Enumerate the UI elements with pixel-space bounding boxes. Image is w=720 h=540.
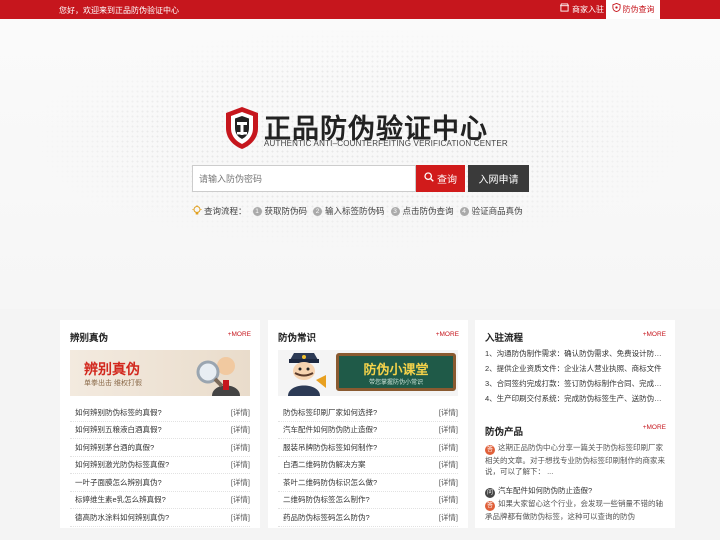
step-number: 3 (390, 206, 400, 216)
list-item[interactable]: 标婷维生素e乳怎么辨真假? [详情] (70, 492, 250, 509)
list-item[interactable]: 白酒二维码防伪解决方案 [详情] (278, 457, 458, 474)
join-step[interactable]: 1、沟通防伪制作需求：确认防伪需求、免费设计防伪方案 (485, 348, 665, 363)
list-item[interactable]: 如何辨别茅台酒的真假? [详情] (70, 439, 250, 457)
store-icon (560, 0, 569, 19)
list-item[interactable]: 药品防伪标签码怎么防伪? [详情] (278, 509, 458, 527)
process-label: 查询流程： (204, 206, 247, 216)
product-entry[interactable]: 问汽车配件如何防伪防止造假? (485, 485, 665, 498)
list-item[interactable]: 二维码防伪标签怎么制作? [详情] (278, 492, 458, 509)
brand-logo-icon (224, 106, 260, 150)
step-number: 4 (459, 206, 469, 216)
lightbulb-icon (192, 204, 202, 218)
knowledge-banner-title: 防伪小课堂 (363, 362, 429, 377)
knowledge-more-link[interactable]: +MORE (436, 331, 459, 338)
search-button[interactable]: 查询 (416, 165, 465, 192)
merchant-join-label: 商家入驻 (572, 5, 604, 14)
merchant-join-link[interactable]: 商家入驻 (560, 0, 604, 19)
join-steps-list: 1、沟通防伪制作需求：确认防伪需求、免费设计防伪方案 2、提供企业资质文件：企业… (485, 348, 665, 408)
product-title: 汽车配件如何防伪防止造假? (498, 486, 593, 495)
list-item[interactable]: 如何辨别五粮液白酒真假? [详情] (70, 422, 250, 439)
join-card-title: 入驻流程 (485, 333, 524, 344)
apply-join-button[interactable]: 入网申请 (468, 165, 529, 192)
identify-banner[interactable]: 辨别真伪 单拳出击 维权打假 (70, 350, 250, 396)
identify-list: 如何辨别防伪标签的真假? [详情] 如何辨别五粮液白酒真假? [详情] 如何辨别茅台… (70, 404, 250, 527)
product-entry[interactable]: 答这期正品防伪中心分享一篇关于防伪标签印刷厂家相关的文章。对于想找专业防伪标签印… (485, 442, 665, 476)
search-icon (424, 172, 434, 185)
identify-banner-title: 辨别真伪 (84, 361, 140, 377)
question-badge: 问 (485, 488, 495, 498)
join-more-link[interactable]: +MORE (643, 331, 666, 338)
identify-card: 辨别真伪 +MORE 辨别真伪 单拳出击 维权打假 如何辨别防伪标签的真假? [详… (60, 320, 260, 528)
verify-query-label: 防伪查询 (622, 5, 655, 14)
knowledge-card: 防伪常识 +MORE 防伪小课堂 带您掌握防伪小常识 防伪标签印刷厂家如何选择?… (268, 320, 468, 528)
join-step[interactable]: 2、提供企业资质文件：企业法人营业执照、商标文件 (485, 363, 665, 378)
products-more-link[interactable]: +MORE (643, 424, 666, 431)
query-process: 查询流程： 1 获取防伪码 2 输入标签防伪码 3 点击防伪查询 4 验证商品真… (192, 204, 523, 218)
chalkboard: 防伪小课堂 带您掌握防伪小常识 (336, 353, 456, 391)
world-map-background (0, 19, 720, 309)
answer-badge: 答 (485, 501, 495, 511)
step-text: 验证商品真伪 (471, 206, 523, 216)
products-title: 防伪产品 (485, 427, 524, 438)
knowledge-banner-subtitle: 带您掌握防伪小常识 (368, 380, 423, 386)
hero-section (0, 19, 720, 309)
police-mascot-icon (280, 350, 328, 396)
product-desc: 这期正品防伪中心分享一篇关于防伪标签印刷厂家相关的文章。对于想找专业防伪标签印刷… (485, 443, 665, 476)
list-item[interactable]: 一叶子面膜怎么辨别真伪? [详情] (70, 474, 250, 492)
shield-icon (611, 0, 621, 19)
join-card: 入驻流程 +MORE 1、沟通防伪制作需求：确认防伪需求、免费设计防伪方案 2、… (475, 320, 675, 528)
list-item[interactable]: 德高防水涂料如何辨别真伪? [详情] (70, 509, 250, 527)
list-item[interactable]: 如何辨别防伪标签的真假? [详情] (70, 404, 250, 422)
verify-query-tab[interactable]: 防伪查询 (606, 0, 660, 19)
identify-banner-subtitle: 单拳出击 维权打假 (84, 380, 142, 387)
list-item[interactable]: 汽车配件如何防伪防止造假? [详情] (278, 422, 458, 439)
anti-fake-code-input[interactable] (192, 165, 416, 192)
product-desc: 如果大家留心这个行业，会发现一些销量不错的轴承品牌都有做防伪标签，这种可以查询的… (485, 499, 663, 521)
product-entry[interactable]: 答如果大家留心这个行业，会发现一些销量不错的轴承品牌都有做防伪标签，这种可以查询… (485, 498, 665, 521)
step-number: 2 (313, 206, 323, 216)
identify-more-link[interactable]: +MORE (228, 331, 251, 338)
top-bar: 您好，欢迎来到正品防伪验证中心 商家入驻 防伪查询 (0, 0, 720, 19)
step-text: 点击防伪查询 (402, 206, 454, 216)
list-item[interactable]: 茶叶二维码防伪标识怎么做? [详情] (278, 474, 458, 492)
join-step[interactable]: 3、合同签约完成打款：签订防伪标制作合同、完成付款 (485, 378, 665, 393)
step-text: 获取防伪码 (264, 206, 308, 216)
join-step[interactable]: 4、生产印刷交付系统：完成防伪标签生产、送防伪系统 (485, 393, 665, 408)
brand-subtitle: AUTHENTIC ANTI–COUNTERFEITING VERIFICATI… (264, 139, 508, 148)
knowledge-card-title: 防伪常识 (278, 333, 317, 344)
magnifier-icon (182, 352, 248, 396)
answer-badge: 答 (485, 445, 495, 455)
welcome-text: 您好，欢迎来到正品防伪验证中心 (59, 6, 179, 15)
list-item[interactable]: 服装吊牌防伪标签如何制作? [详情] (278, 439, 458, 457)
identify-card-title: 辨别真伪 (70, 333, 109, 344)
list-item[interactable]: 如何辨别激光防伪标签真假? [详情] (70, 457, 250, 474)
step-text: 输入标签防伪码 (325, 206, 385, 216)
search-button-label: 查询 (437, 175, 457, 186)
list-item[interactable]: 防伪标签印刷厂家如何选择? [详情] (278, 404, 458, 422)
step-number: 1 (252, 206, 262, 216)
knowledge-banner[interactable]: 防伪小课堂 带您掌握防伪小常识 (278, 350, 458, 396)
knowledge-list: 防伪标签印刷厂家如何选择? [详情] 汽车配件如何防伪防止造假? [详情] 服装吊牌… (278, 404, 458, 527)
